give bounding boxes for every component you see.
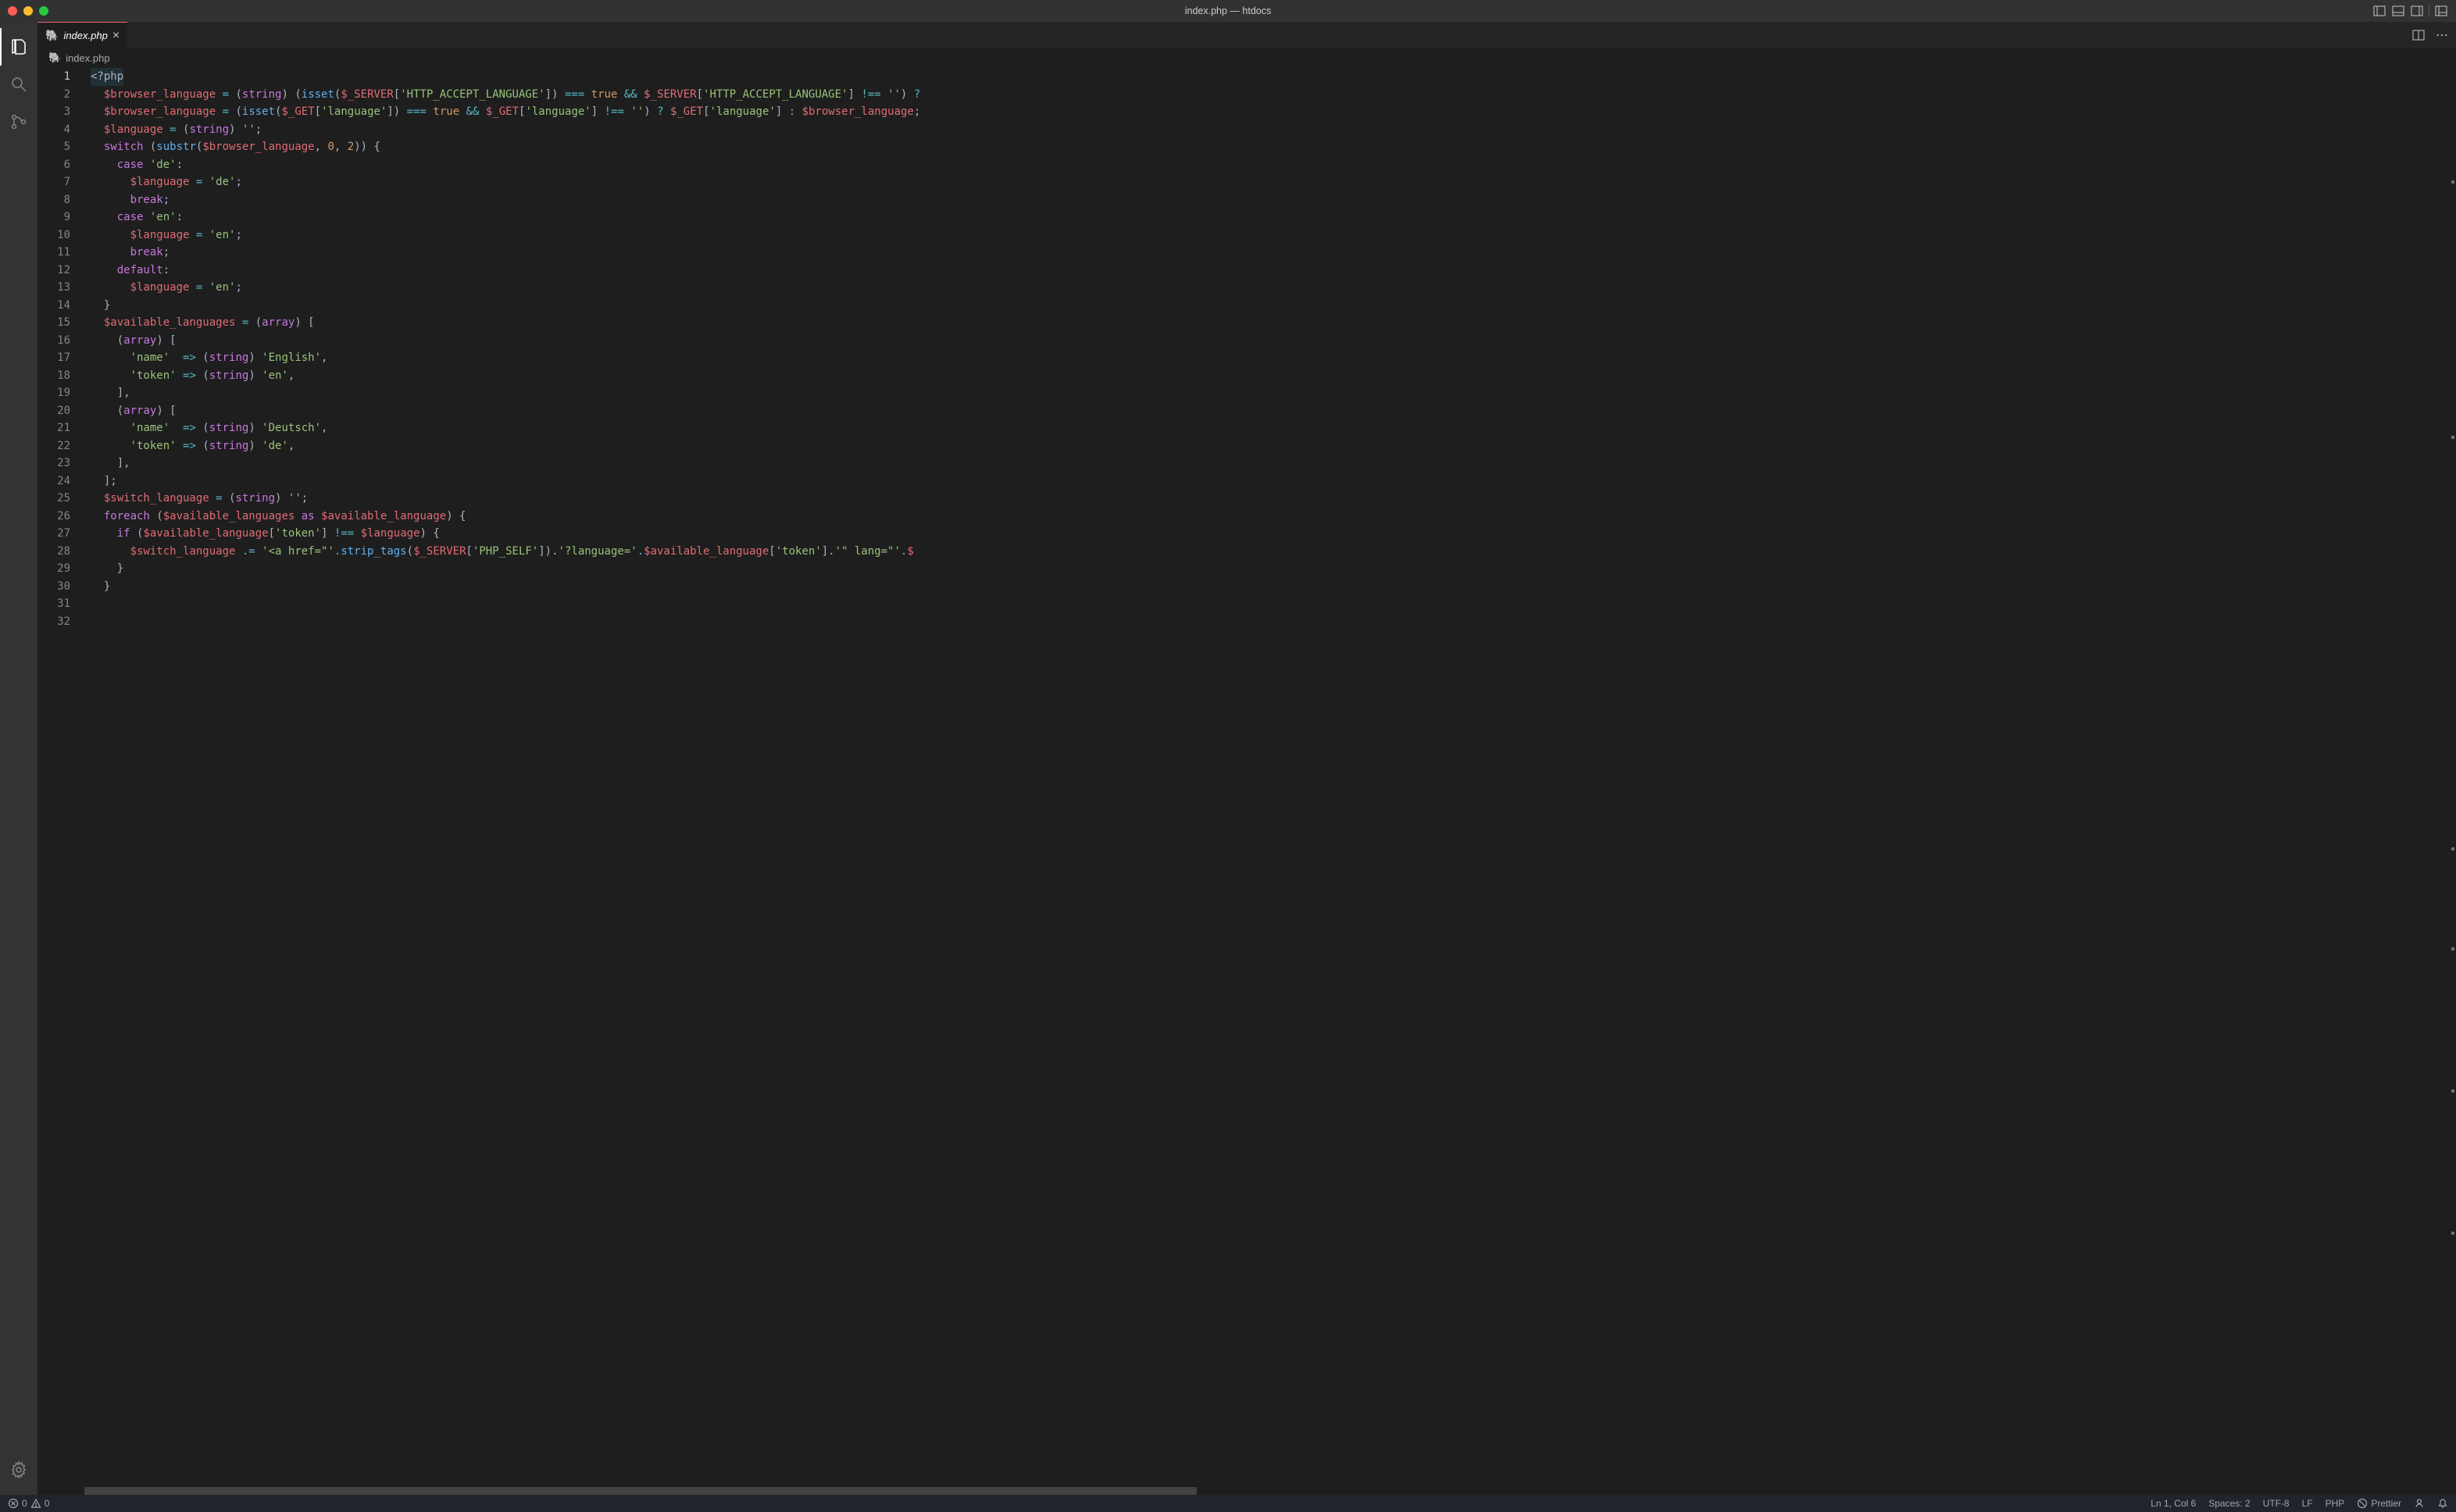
layout-icon[interactable] — [2434, 4, 2448, 18]
breadcrumb-text: index.php — [66, 52, 109, 64]
status-bell-icon[interactable] — [2437, 1498, 2448, 1509]
window-title: index.php — htdocs — [1185, 5, 1272, 16]
minimize-window-button[interactable] — [23, 6, 33, 16]
tab-index-php[interactable]: 🐘 index.php × — [37, 22, 127, 48]
php-file-icon: 🐘 — [45, 29, 59, 42]
status-language[interactable]: PHP — [2326, 1498, 2345, 1509]
close-window-button[interactable] — [8, 6, 17, 16]
source-control-icon[interactable] — [0, 103, 37, 141]
explorer-icon[interactable] — [0, 28, 37, 66]
status-errors[interactable]: 0 — [8, 1498, 27, 1509]
status-warnings[interactable]: 0 — [30, 1498, 50, 1509]
panel-left-icon[interactable] — [2372, 4, 2386, 18]
status-bar: 0 0 Ln 1, Col 6 Spaces: 2 UTF-8 LF PHP P… — [0, 1495, 2456, 1512]
code-content[interactable]: <?php $browser_language = (string) (isse… — [84, 66, 2445, 1487]
status-cursor-position[interactable]: Ln 1, Col 6 — [2151, 1498, 2196, 1509]
line-numbers: 1234567891011121314151617181920212223242… — [37, 66, 84, 1487]
split-editor-icon[interactable] — [2412, 29, 2425, 41]
tab-label: index.php — [63, 30, 107, 41]
search-icon[interactable] — [0, 66, 37, 103]
minimap[interactable] — [2445, 66, 2456, 1487]
title-bar: index.php — htdocs — [0, 0, 2456, 22]
tab-close-icon[interactable]: × — [112, 29, 120, 43]
status-indentation[interactable]: Spaces: 2 — [2208, 1498, 2250, 1509]
status-prettier[interactable]: Prettier — [2357, 1498, 2401, 1509]
maximize-window-button[interactable] — [39, 6, 48, 16]
panel-right-icon[interactable] — [2410, 4, 2424, 18]
panel-bottom-icon[interactable] — [2391, 4, 2405, 18]
status-encoding[interactable]: UTF-8 — [2263, 1498, 2290, 1509]
horizontal-scrollbar[interactable] — [37, 1487, 2456, 1495]
window-controls — [8, 6, 48, 16]
status-eol[interactable]: LF — [2302, 1498, 2313, 1509]
settings-gear-icon[interactable] — [0, 1451, 37, 1489]
tab-bar: 🐘 index.php × ⋯ — [37, 22, 2456, 49]
scrollbar-thumb[interactable] — [84, 1487, 1197, 1495]
editor[interactable]: 1234567891011121314151617181920212223242… — [37, 66, 2456, 1487]
status-feedback-icon[interactable] — [2414, 1498, 2425, 1509]
breadcrumb[interactable]: 🐘 index.php — [37, 49, 2456, 66]
more-actions-icon[interactable]: ⋯ — [2436, 27, 2450, 43]
activity-bar — [0, 22, 37, 1495]
php-file-icon: 🐘 — [48, 52, 61, 64]
